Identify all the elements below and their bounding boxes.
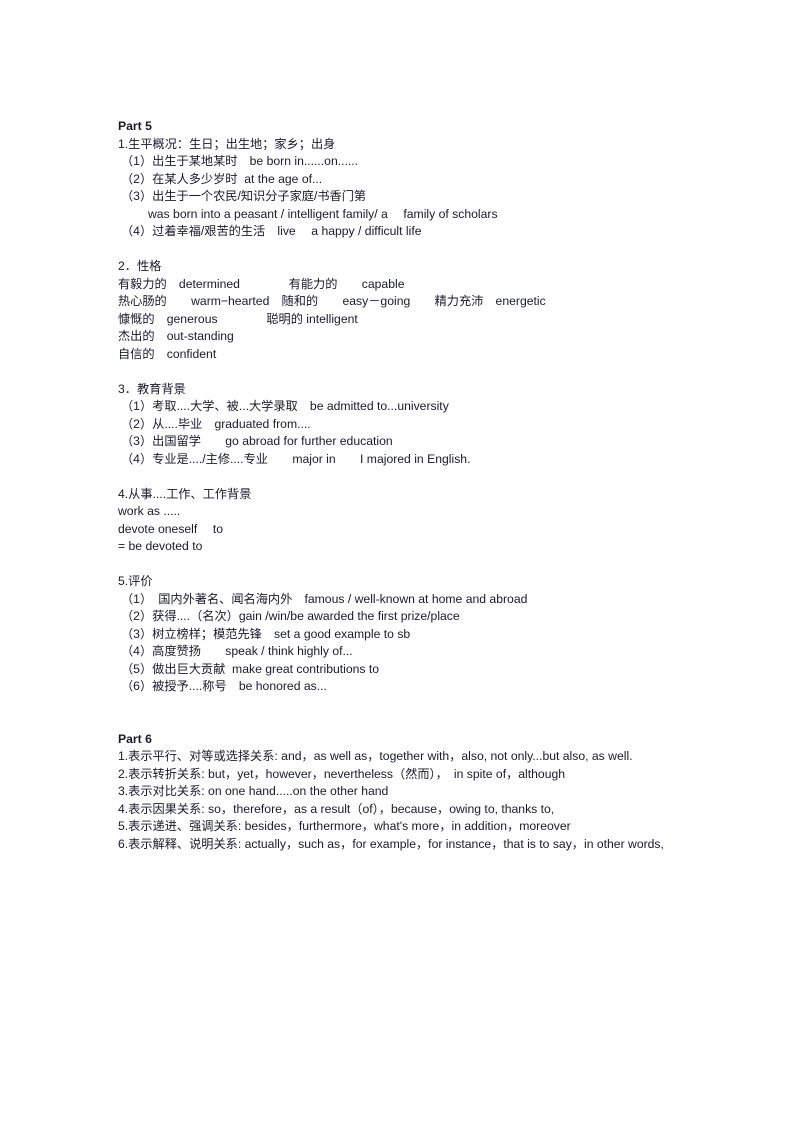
section-title: 2．性格 [118, 259, 162, 273]
section-personality: 2．性格 有毅力的 determined 有能力的 capable 热心肠的 w… [118, 258, 680, 363]
section-item: devote oneself to [118, 521, 224, 536]
section-item: = be devoted to [118, 539, 203, 553]
section-item: （1） 国内外著名、闻名海内外 famous / well-known at h… [121, 591, 528, 606]
section-title: 1.生平概况：生日；出生地；家乡；出身 [118, 136, 336, 151]
section-item: （3）树立榜样；模范先锋 set a good example to sb [121, 626, 411, 641]
section-item: （4）过着幸福/艰苦的生活 live a happy / difficult l… [121, 224, 422, 238]
section-title: 3．教育背景 [118, 381, 186, 396]
part6-heading: Part 6 [118, 731, 152, 746]
transition-line: 6.表示解释、说明关系: actually，such as，for exampl… [118, 836, 664, 851]
section-title: 5.评价 [118, 574, 153, 588]
section-transitions: 1.表示平行、对等或选择关系: and，as well as，together … [118, 748, 680, 853]
section-item: 有毅力的 determined 有能力的 capable [118, 276, 405, 291]
section-education: 3．教育背景 （1）考取....大学、被...大学录取 be admitted … [118, 381, 680, 469]
section-title: 4.从事....工作、工作背景 [118, 486, 252, 501]
document-body: Part 5 1.生平概况：生日；出生地；家乡；出身 （1）出生于某地某时 be… [118, 118, 680, 853]
transition-line: 5.表示递进、强调关系: besides，furthermore，what's … [118, 819, 571, 833]
section-item: （4）高度赞扬 speak / think highly of... [121, 644, 353, 658]
transition-line: 1.表示平行、对等或选择关系: and，as well as，together … [118, 749, 633, 763]
section-life-overview: 1.生平概况：生日；出生地；家乡；出身 （1）出生于某地某时 be born i… [118, 136, 680, 241]
section-item: （3）出国留学 go abroad for further education [121, 434, 393, 448]
section-item: was born into a peasant / intelligent fa… [148, 206, 498, 221]
section-item: （2）在某人多少岁时 at the age of... [121, 171, 323, 186]
part5-heading: Part 5 [118, 119, 152, 133]
section-item: （1）考取....大学、被...大学录取 be admitted to...un… [121, 399, 449, 413]
section-item: 杰出的 out-standing [118, 329, 234, 343]
section-item: work as ..... [118, 504, 181, 518]
document-page: Part 5 1.生平概况：生日；出生地；家乡；出身 （1）出生于某地某时 be… [0, 0, 794, 1123]
transition-line: 3.表示对比关系: on one hand.....on the other h… [118, 784, 389, 798]
transition-line: 4.表示因果关系: so，therefore，as a result（of），b… [118, 801, 555, 816]
section-evaluation: 5.评价 （1） 国内外著名、闻名海内外 famous / well-known… [118, 573, 680, 696]
section-item: （5）做出巨大贡献 make great contributions to [121, 661, 380, 676]
section-item: （3）出生于一个农民/知识分子家庭/书香门第 [121, 189, 367, 203]
section-item: （6）被授予....称号 be honored as... [121, 679, 327, 693]
section-item: 自信的 confident [118, 346, 217, 361]
section-item: （4）专业是..../主修....专业 major in I majored i… [121, 451, 471, 466]
section-item: 慷慨的 generous 聪明的 intelligent [118, 311, 358, 326]
section-item: 热心肠的 warm−hearted 随和的 easy－going 精力充沛 en… [118, 294, 546, 308]
section-item: （2）从....毕业 graduated from.... [121, 416, 311, 431]
transition-line: 2.表示转折关系: but，yet，however，nevertheless（然… [118, 766, 566, 781]
section-work: 4.从事....工作、工作背景 work as ..... devote one… [118, 486, 680, 556]
section-item: （2）获得....（名次）gain /win/be awarded the fi… [121, 609, 460, 623]
section-item: （1）出生于某地某时 be born in......on...... [121, 154, 359, 168]
